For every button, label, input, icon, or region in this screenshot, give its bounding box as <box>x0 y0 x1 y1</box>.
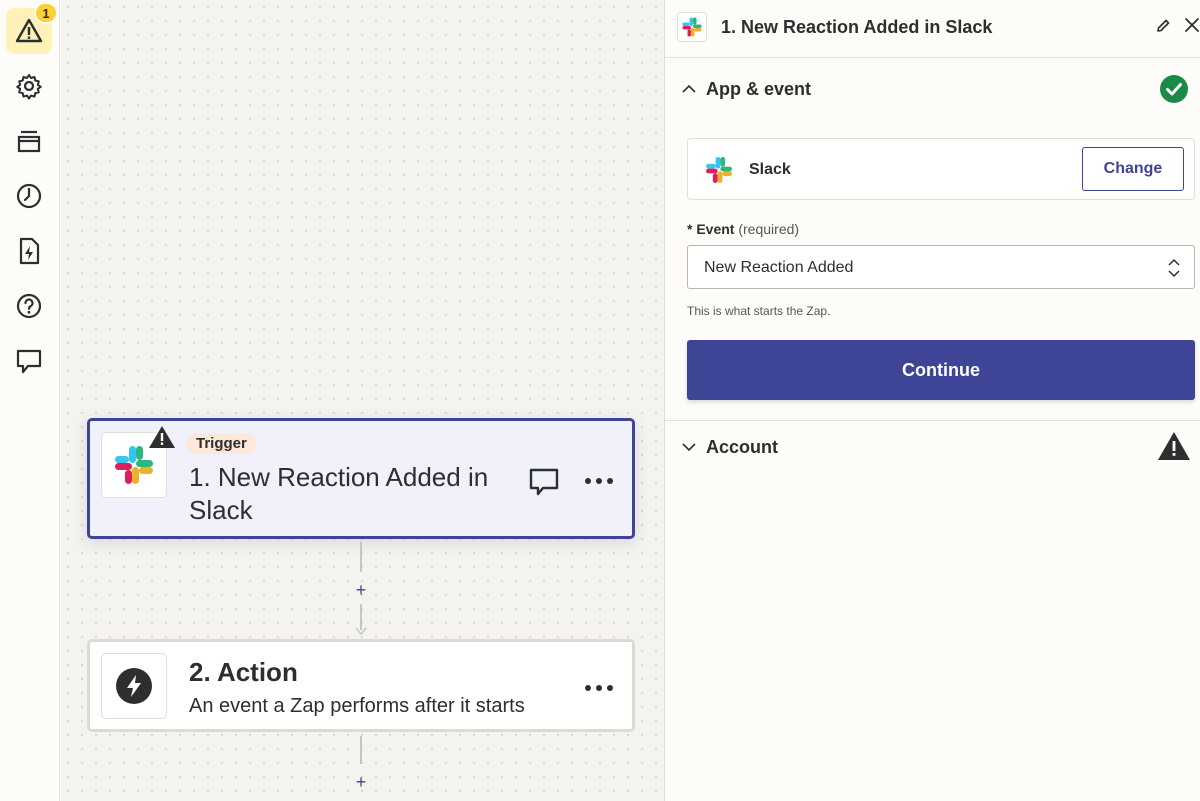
account-warning-icon <box>1158 432 1190 460</box>
app-event-section-label: App & event <box>706 79 812 99</box>
settings-gear-icon <box>16 74 42 100</box>
event-field-label: * Event (required) <box>687 221 800 237</box>
trigger-pill: Trigger <box>187 433 256 454</box>
slack-logo-icon <box>706 157 732 183</box>
zap-file-icon <box>19 237 40 265</box>
required-hint: (required) <box>738 221 800 237</box>
more-options-icon[interactable] <box>582 672 616 704</box>
comments-icon <box>16 349 42 374</box>
event-help-text: This is what starts the Zap. <box>687 304 831 318</box>
panel-title: 1. New Reaction Added in Slack <box>721 17 993 37</box>
trigger-step-card[interactable]: Trigger 1. New Reaction Added in Slack <box>87 418 635 539</box>
selected-app-card: Slack Change <box>687 138 1195 200</box>
action-step-description: An event a Zap performs after it starts <box>189 695 525 717</box>
lightning-icon <box>116 668 152 704</box>
event-select[interactable]: New Reaction Added <box>687 245 1195 289</box>
chevron-down-icon <box>682 443 696 452</box>
history-button[interactable] <box>6 173 52 219</box>
event-select-value: New Reaction Added <box>704 259 854 276</box>
versions-icon <box>17 130 41 153</box>
comment-icon[interactable] <box>528 465 560 497</box>
action-step-title: 2. Action <box>189 657 298 687</box>
history-clock-icon <box>16 183 42 209</box>
help-icon <box>16 293 42 319</box>
success-check-icon <box>1160 75 1188 103</box>
continue-button[interactable]: Continue <box>687 340 1195 400</box>
change-app-button[interactable]: Change <box>1082 147 1184 191</box>
account-section-header[interactable]: Account <box>665 417 1200 477</box>
warnings-button[interactable]: 1 <box>6 2 58 54</box>
zap-file-button[interactable] <box>6 228 52 274</box>
panel-app-icon-box <box>677 12 707 42</box>
step-connector-line <box>360 736 362 764</box>
trigger-step-title: 1. New Reaction Added in Slack <box>189 462 489 525</box>
versions-button[interactable] <box>6 118 52 164</box>
event-label-text: Event <box>696 221 735 237</box>
edit-pencil-icon[interactable] <box>1155 18 1171 34</box>
panel-header: 1. New Reaction Added in Slack <box>665 0 1200 58</box>
action-step-card[interactable]: 2. Action An event a Zap performs after … <box>87 639 635 732</box>
arrow-down-icon <box>355 627 367 635</box>
app-name: Slack <box>749 161 791 178</box>
help-button[interactable] <box>6 283 52 329</box>
step-connector-line <box>360 542 362 572</box>
slack-logo-icon <box>682 17 702 37</box>
add-step-button[interactable]: + <box>351 772 371 792</box>
warnings-count-badge: 1 <box>34 2 58 24</box>
chevron-up-icon <box>682 84 696 93</box>
zap-canvas[interactable]: Trigger 1. New Reaction Added in Slack +… <box>61 0 664 801</box>
more-options-icon[interactable] <box>582 465 616 497</box>
slack-logo-icon <box>115 446 153 484</box>
app-event-section-header[interactable]: App & event <box>665 59 1200 119</box>
settings-button[interactable] <box>6 63 52 109</box>
action-app-icon-box <box>101 653 167 719</box>
left-sidebar: 1 <box>0 0 60 801</box>
comments-button[interactable] <box>6 338 52 384</box>
add-step-button[interactable]: + <box>351 580 371 600</box>
account-section-label: Account <box>706 437 778 457</box>
chevron-up-down-icon <box>1168 258 1180 278</box>
close-icon[interactable] <box>1183 16 1200 34</box>
trigger-warning-icon <box>149 426 175 448</box>
step-editor-panel: 1. New Reaction Added in Slack App & eve… <box>664 0 1200 801</box>
